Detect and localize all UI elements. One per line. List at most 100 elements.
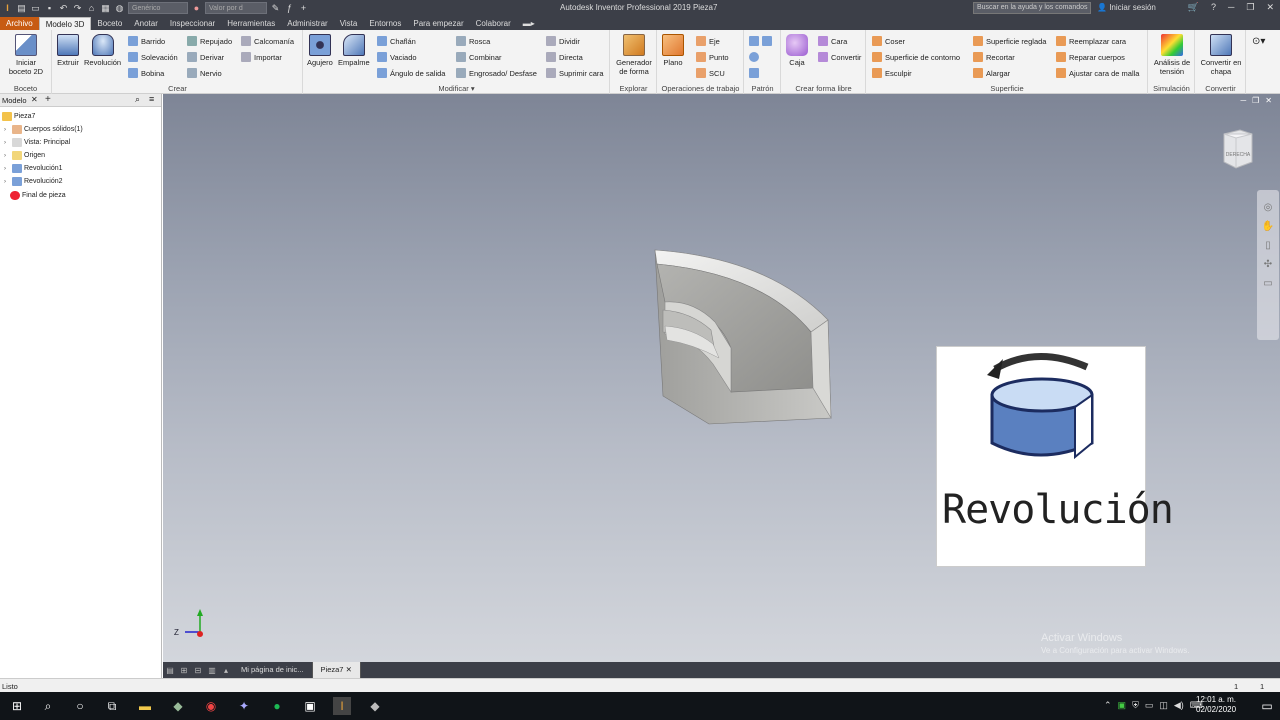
undo-icon[interactable]: ↶ xyxy=(58,3,69,14)
split-view-icon[interactable]: ▥ xyxy=(205,666,219,675)
sculpt-button[interactable]: Esculpir xyxy=(872,68,912,78)
zoom-icon[interactable]: ▯ xyxy=(1265,240,1271,251)
add-browser-icon[interactable]: + xyxy=(45,94,51,105)
thicken-button[interactable]: Engrosado/ Desfase xyxy=(456,68,537,78)
menu-icon[interactable]: ≡ xyxy=(149,94,154,104)
material-select[interactable]: Genérico xyxy=(128,2,188,14)
emboss-button[interactable]: Repujado xyxy=(187,36,232,46)
tab-herramientas[interactable]: Herramientas xyxy=(221,17,281,30)
stitch-button[interactable]: Coser xyxy=(872,36,905,46)
tab-colaborar[interactable]: Colaborar xyxy=(470,17,517,30)
fit-mesh-button[interactable]: Ajustar cara de malla xyxy=(1056,68,1139,78)
search-icon[interactable]: ⌕ xyxy=(135,94,140,105)
tab-para-empezar[interactable]: Para empezar xyxy=(407,17,469,30)
tile-icon[interactable]: ▤ xyxy=(163,666,177,675)
tab-administrar[interactable]: Administrar xyxy=(281,17,333,30)
shape-generator-button[interactable]: Generador de forma xyxy=(614,34,654,76)
point-button[interactable]: Punto xyxy=(696,52,729,62)
tray-app-icon[interactable]: ▣ xyxy=(1118,700,1127,711)
app2-icon[interactable]: ◆ xyxy=(366,697,384,715)
shell-button[interactable]: Vaciado xyxy=(377,52,417,62)
close-icon[interactable]: ✕ xyxy=(1266,2,1274,13)
close-browser-icon[interactable]: ✕ xyxy=(31,95,38,104)
notifications-icon[interactable]: ▭ xyxy=(1258,697,1276,715)
expand-icon[interactable]: › xyxy=(4,153,10,159)
restore-doc-icon[interactable]: ❐ xyxy=(1252,96,1259,105)
home-icon[interactable]: ⌂ xyxy=(86,3,97,14)
expand-icon[interactable]: › xyxy=(4,127,10,133)
new-icon[interactable]: ▤ xyxy=(16,3,27,14)
cascade-icon[interactable]: ⊞ xyxy=(177,666,191,675)
tree-root[interactable]: Pieza7 xyxy=(2,112,35,121)
split-button[interactable]: Dividir xyxy=(546,36,580,46)
ribbon-options-button[interactable]: ⊙▾ xyxy=(1252,36,1265,47)
ucs-button[interactable]: SCU xyxy=(696,68,725,78)
tab-anotar[interactable]: Anotar xyxy=(128,17,164,30)
tab-entornos[interactable]: Entornos xyxy=(363,17,407,30)
update-icon[interactable]: ◍ xyxy=(114,3,125,14)
extrude-button[interactable]: Extruir xyxy=(57,34,79,67)
ruled-surface-button[interactable]: Superficie reglada xyxy=(973,36,1046,46)
look-at-icon[interactable]: ▭ xyxy=(1263,278,1272,289)
close-doc-icon[interactable]: ✕ xyxy=(1265,96,1272,105)
patch-button[interactable]: Superficie de contorno xyxy=(872,52,960,62)
tree-item-view[interactable]: › Vista: Principal xyxy=(4,138,70,147)
draft-button[interactable]: Ángulo de salida xyxy=(377,68,445,78)
open-icon[interactable]: ▭ xyxy=(30,3,41,14)
decal-button[interactable]: Calcomanía xyxy=(241,36,294,46)
tab-boceto[interactable]: Boceto xyxy=(91,17,128,30)
tab-archivo[interactable]: Archivo xyxy=(0,17,39,30)
box-button[interactable]: Caja xyxy=(786,34,808,67)
tray-chevron-icon[interactable]: ⌃ xyxy=(1104,700,1112,711)
chamfer-button[interactable]: Chaflán xyxy=(377,36,416,46)
expand-icon[interactable]: › xyxy=(4,140,10,146)
viewcube[interactable]: DERECHA xyxy=(1220,128,1254,172)
start-sketch-button[interactable]: Iniciar boceto 2D xyxy=(6,34,46,76)
spotify-icon[interactable]: ● xyxy=(268,697,286,715)
help-search-input[interactable]: Buscar en la ayuda y los comandos xyxy=(973,2,1091,14)
tree-item-revolve2[interactable]: › Revolución2 xyxy=(4,177,63,186)
minimize-icon[interactable]: ─ xyxy=(1228,2,1234,13)
delete-face-button[interactable]: Suprimir cara xyxy=(546,68,604,78)
thread-button[interactable]: Rosca xyxy=(456,36,490,46)
expand-icon[interactable]: › xyxy=(4,166,10,172)
circ-pattern-button[interactable] xyxy=(749,52,759,62)
doc-tab-home[interactable]: Mi página de inic... xyxy=(233,662,313,678)
direct-button[interactable]: Directa xyxy=(546,52,583,62)
steering-wheel-icon[interactable]: ◎ xyxy=(1264,202,1273,213)
chrome-icon[interactable]: ◉ xyxy=(202,697,220,715)
convert-sheetmetal-button[interactable]: Convertir en chapa xyxy=(1199,34,1243,76)
tab-list-icon[interactable]: ▴ xyxy=(219,666,233,675)
video-icon[interactable]: ▬▸ xyxy=(517,17,541,30)
app-menu-icon[interactable]: I xyxy=(2,3,13,14)
file-explorer-icon[interactable]: ▬ xyxy=(136,697,154,715)
redo-icon[interactable]: ↷ xyxy=(72,3,83,14)
minimize-doc-icon[interactable]: ─ xyxy=(1240,96,1246,105)
loft-button[interactable]: Solevación xyxy=(128,52,178,62)
import-button[interactable]: Importar xyxy=(241,52,282,62)
pan-icon[interactable]: ✋ xyxy=(1262,221,1274,232)
coil-button[interactable]: Bobina xyxy=(128,68,164,78)
help-icon[interactable]: ? xyxy=(1211,2,1216,13)
mirror-icon[interactable] xyxy=(762,36,772,46)
tree-item-solids[interactable]: › Cuerpos sólidos(1) xyxy=(4,125,83,134)
face-button[interactable]: Cara xyxy=(818,36,847,46)
maximize-icon[interactable]: ❐ xyxy=(1246,2,1254,13)
volume-icon[interactable]: ◀) xyxy=(1174,700,1184,711)
signin-button[interactable]: 👤 Iniciar sesión xyxy=(1097,3,1156,12)
cortana-icon[interactable]: ○ xyxy=(71,697,89,715)
search-icon[interactable]: ⌕ xyxy=(39,697,57,715)
tree-item-revolve1[interactable]: › Revolución1 xyxy=(4,164,63,173)
extend-button[interactable]: Alargar xyxy=(973,68,1010,78)
cart-icon[interactable]: 🛒 xyxy=(1188,2,1199,13)
doc-tab-pieza7[interactable]: Pieza7 ✕ xyxy=(312,662,361,678)
tree-item-origin[interactable]: › Origen xyxy=(4,151,45,160)
fillet-button[interactable]: Empalme xyxy=(338,34,370,67)
rect-pattern-button[interactable] xyxy=(749,36,772,46)
browser-tab-modelo[interactable]: Modelo xyxy=(2,96,27,105)
recorder-icon[interactable]: ▣ xyxy=(301,697,319,715)
tab-modelo-3d[interactable]: Modelo 3D xyxy=(38,17,92,30)
sweep-button[interactable]: Barrido xyxy=(128,36,165,46)
axis-button[interactable]: Eje xyxy=(696,36,720,46)
arrange-icon[interactable]: ⊟ xyxy=(191,666,205,675)
